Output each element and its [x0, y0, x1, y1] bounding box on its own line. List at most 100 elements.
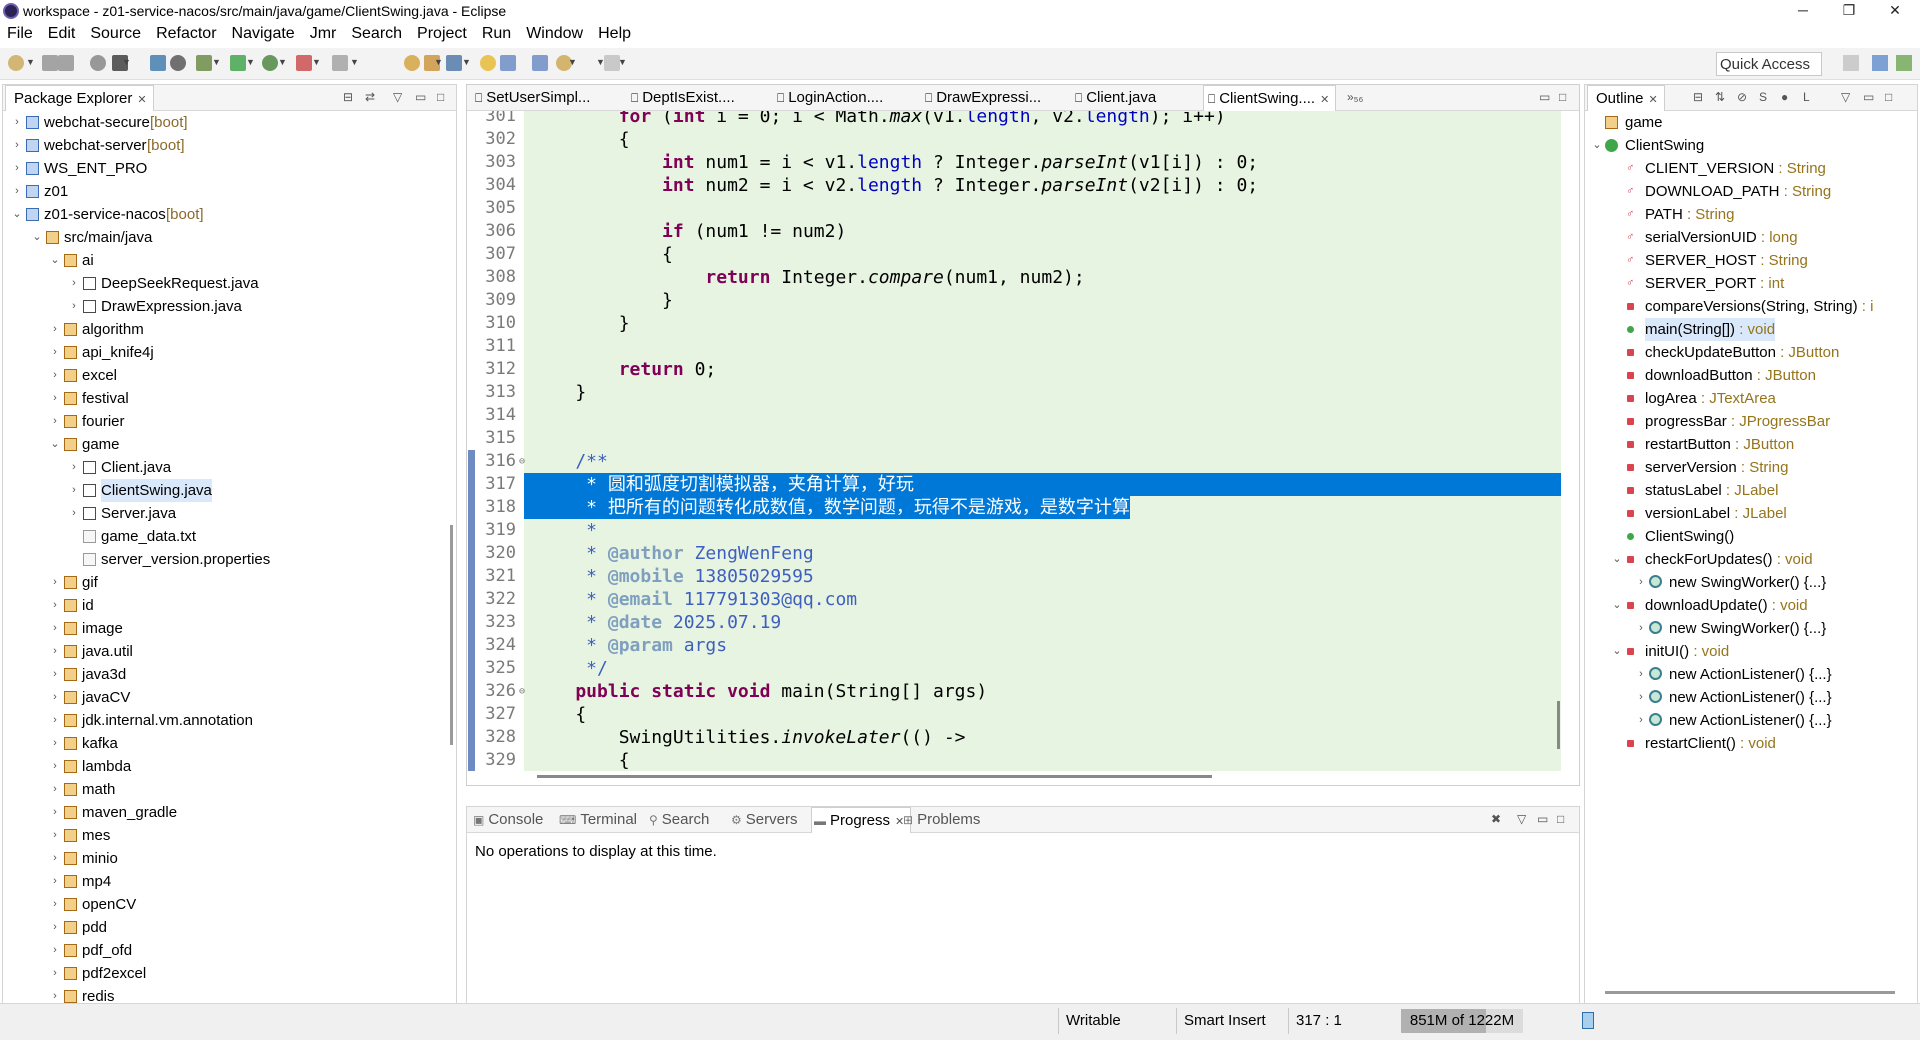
close-icon[interactable]: ✕: [1320, 94, 1329, 106]
outline-item[interactable]: ♂ DOWNLOAD_PATH : String: [1585, 180, 1917, 203]
tree-item[interactable]: › DeepSeekRequest.java: [3, 272, 438, 295]
chevron-icon[interactable]: ›: [49, 617, 61, 640]
sort-icon[interactable]: ⇅: [1715, 90, 1725, 104]
tree-item[interactable]: › id: [3, 594, 438, 617]
maximize-view-icon[interactable]: □: [1885, 90, 1892, 104]
outline-item[interactable]: ♂ SERVER_HOST : String: [1585, 249, 1917, 272]
menu-run[interactable]: Run: [475, 25, 519, 43]
chevron-icon[interactable]: ›: [68, 295, 80, 318]
chevron-icon[interactable]: ›: [68, 272, 80, 295]
chevron-icon[interactable]: ⌄: [1611, 594, 1623, 617]
build-icon[interactable]: [332, 55, 348, 71]
hide-static-icon[interactable]: S: [1759, 90, 1767, 104]
collapse-all-icon[interactable]: ⊟: [1693, 90, 1703, 104]
maximize-view-icon[interactable]: □: [1559, 90, 1566, 104]
chevron-icon[interactable]: ›: [49, 663, 61, 686]
chevron-icon[interactable]: ›: [49, 571, 61, 594]
chevron-icon[interactable]: ›: [49, 709, 61, 732]
debug-icon[interactable]: [196, 55, 212, 71]
java-perspective-icon[interactable]: [1872, 55, 1888, 71]
tree-item[interactable]: › image: [3, 617, 438, 640]
tree-item[interactable]: › Client.java: [3, 456, 438, 479]
chevron-icon[interactable]: ›: [49, 755, 61, 778]
tab-overflow-button[interactable]: »₅₆: [1347, 90, 1363, 104]
tree-item[interactable]: › algorithm: [3, 318, 438, 341]
chevron-icon[interactable]: ›: [49, 962, 61, 985]
outline-item[interactable]: ⌄ ClientSwing: [1585, 134, 1917, 157]
editor-tab[interactable]: ⎕ LoginAction....: [773, 85, 889, 111]
menu-file[interactable]: File: [0, 25, 41, 43]
outline-item[interactable]: compareVersions(String, String) : i: [1585, 295, 1917, 318]
tree-item[interactable]: › redis: [3, 985, 438, 1003]
bottom-tab[interactable]: ▣ Console: [471, 807, 549, 833]
chevron-icon[interactable]: ›: [1635, 571, 1647, 594]
view-menu-icon[interactable]: ▽: [393, 90, 402, 104]
menu-window[interactable]: Window: [519, 25, 591, 43]
tab-outline[interactable]: Outline ✕: [1587, 85, 1665, 111]
tree-item[interactable]: › festival: [3, 387, 438, 410]
outline-item[interactable]: game: [1585, 111, 1917, 134]
hide-non-public-icon[interactable]: ●: [1781, 90, 1788, 104]
close-icon[interactable]: ✕: [137, 94, 146, 106]
outline-item[interactable]: restartButton : JButton: [1585, 433, 1917, 456]
collapse-all-icon[interactable]: ⊟: [343, 90, 353, 104]
skip-breakpoints-icon[interactable]: [170, 55, 186, 71]
tree-item[interactable]: ⌄ ai: [3, 249, 438, 272]
outline-item[interactable]: restartClient() : void: [1585, 732, 1917, 755]
outline-item[interactable]: ⌄ downloadUpdate() : void: [1585, 594, 1917, 617]
outline-scrollbar[interactable]: [1605, 991, 1895, 994]
remove-all-icon[interactable]: ✖: [1491, 812, 1501, 826]
tree-item[interactable]: game_data.txt: [3, 525, 438, 548]
vertical-scrollbar-thumb[interactable]: [1557, 701, 1560, 749]
tree-item[interactable]: › webchat-server [boot]: [3, 134, 438, 157]
chevron-icon[interactable]: ⌄: [49, 433, 61, 456]
outline-item[interactable]: ♂ CLIENT_VERSION : String: [1585, 157, 1917, 180]
tree-item[interactable]: › gif: [3, 571, 438, 594]
dropdown-arrow-icon[interactable]: ▼: [596, 57, 605, 67]
fold-icon[interactable]: ⊖: [519, 450, 525, 473]
tree-item[interactable]: › java.util: [3, 640, 438, 663]
open-perspective-icon[interactable]: [1843, 55, 1859, 71]
editor-tab[interactable]: ⎕ SetUserSimpl...: [471, 85, 596, 111]
chevron-icon[interactable]: ⌄: [49, 249, 61, 272]
menu-navigate[interactable]: Navigate: [225, 25, 303, 43]
external-tools-icon[interactable]: [296, 55, 312, 71]
outline-item[interactable]: checkUpdateButton : JButton: [1585, 341, 1917, 364]
save-all-icon[interactable]: [58, 55, 74, 71]
hide-local-types-icon[interactable]: L: [1803, 90, 1810, 104]
chevron-icon[interactable]: ›: [49, 916, 61, 939]
dropdown-arrow-icon[interactable]: ▼: [278, 57, 287, 67]
dropdown-arrow-icon[interactable]: ▼: [350, 57, 359, 67]
tree-item[interactable]: › jdk.internal.vm.annotation: [3, 709, 438, 732]
code-area[interactable]: 301 for (int i = 0; i < Math.max(v1.leng…: [467, 111, 1561, 771]
chevron-icon[interactable]: ›: [49, 640, 61, 663]
tree-item[interactable]: › pdf2excel: [3, 962, 438, 985]
maximize-view-icon[interactable]: □: [437, 90, 444, 104]
minimize-view-icon[interactable]: ▭: [415, 90, 426, 104]
bottom-tab[interactable]: ⚙ Servers: [729, 807, 803, 833]
tree-item[interactable]: › java3d: [3, 663, 438, 686]
chevron-icon[interactable]: ›: [49, 686, 61, 709]
tab-package-explorer[interactable]: Package Explorer ✕: [5, 85, 154, 111]
outline-item[interactable]: ♂ serialVersionUID : long: [1585, 226, 1917, 249]
editor-tab[interactable]: ⎕ DeptIsExist....: [627, 85, 741, 111]
tree-item[interactable]: › WS_ENT_PRO: [3, 157, 438, 180]
editor-tab[interactable]: ⎕ ClientSwing.... ✕: [1203, 85, 1337, 111]
horizontal-scrollbar[interactable]: [537, 772, 1547, 782]
close-icon[interactable]: ✕: [1649, 94, 1658, 106]
dropdown-arrow-icon[interactable]: ▼: [246, 57, 255, 67]
tree-item[interactable]: › maven_gradle: [3, 801, 438, 824]
bottom-tab[interactable]: ▬ Progress ✕: [811, 807, 912, 833]
tree-item[interactable]: server_version.properties: [3, 548, 438, 571]
hide-fields-icon[interactable]: ⊘: [1737, 90, 1747, 104]
chevron-icon[interactable]: ›: [49, 824, 61, 847]
tree-item[interactable]: › fourier: [3, 410, 438, 433]
tree-item[interactable]: ⌄ game: [3, 433, 438, 456]
editor-tab[interactable]: ⎕ DrawExpressi...: [921, 85, 1047, 111]
chevron-icon[interactable]: ›: [49, 985, 61, 1003]
coverage-icon[interactable]: [262, 55, 278, 71]
package-scrollbar[interactable]: [450, 525, 453, 745]
chevron-icon[interactable]: ›: [49, 594, 61, 617]
chevron-icon[interactable]: ⌄: [1591, 134, 1603, 157]
view-menu-icon[interactable]: ▽: [1841, 90, 1850, 104]
